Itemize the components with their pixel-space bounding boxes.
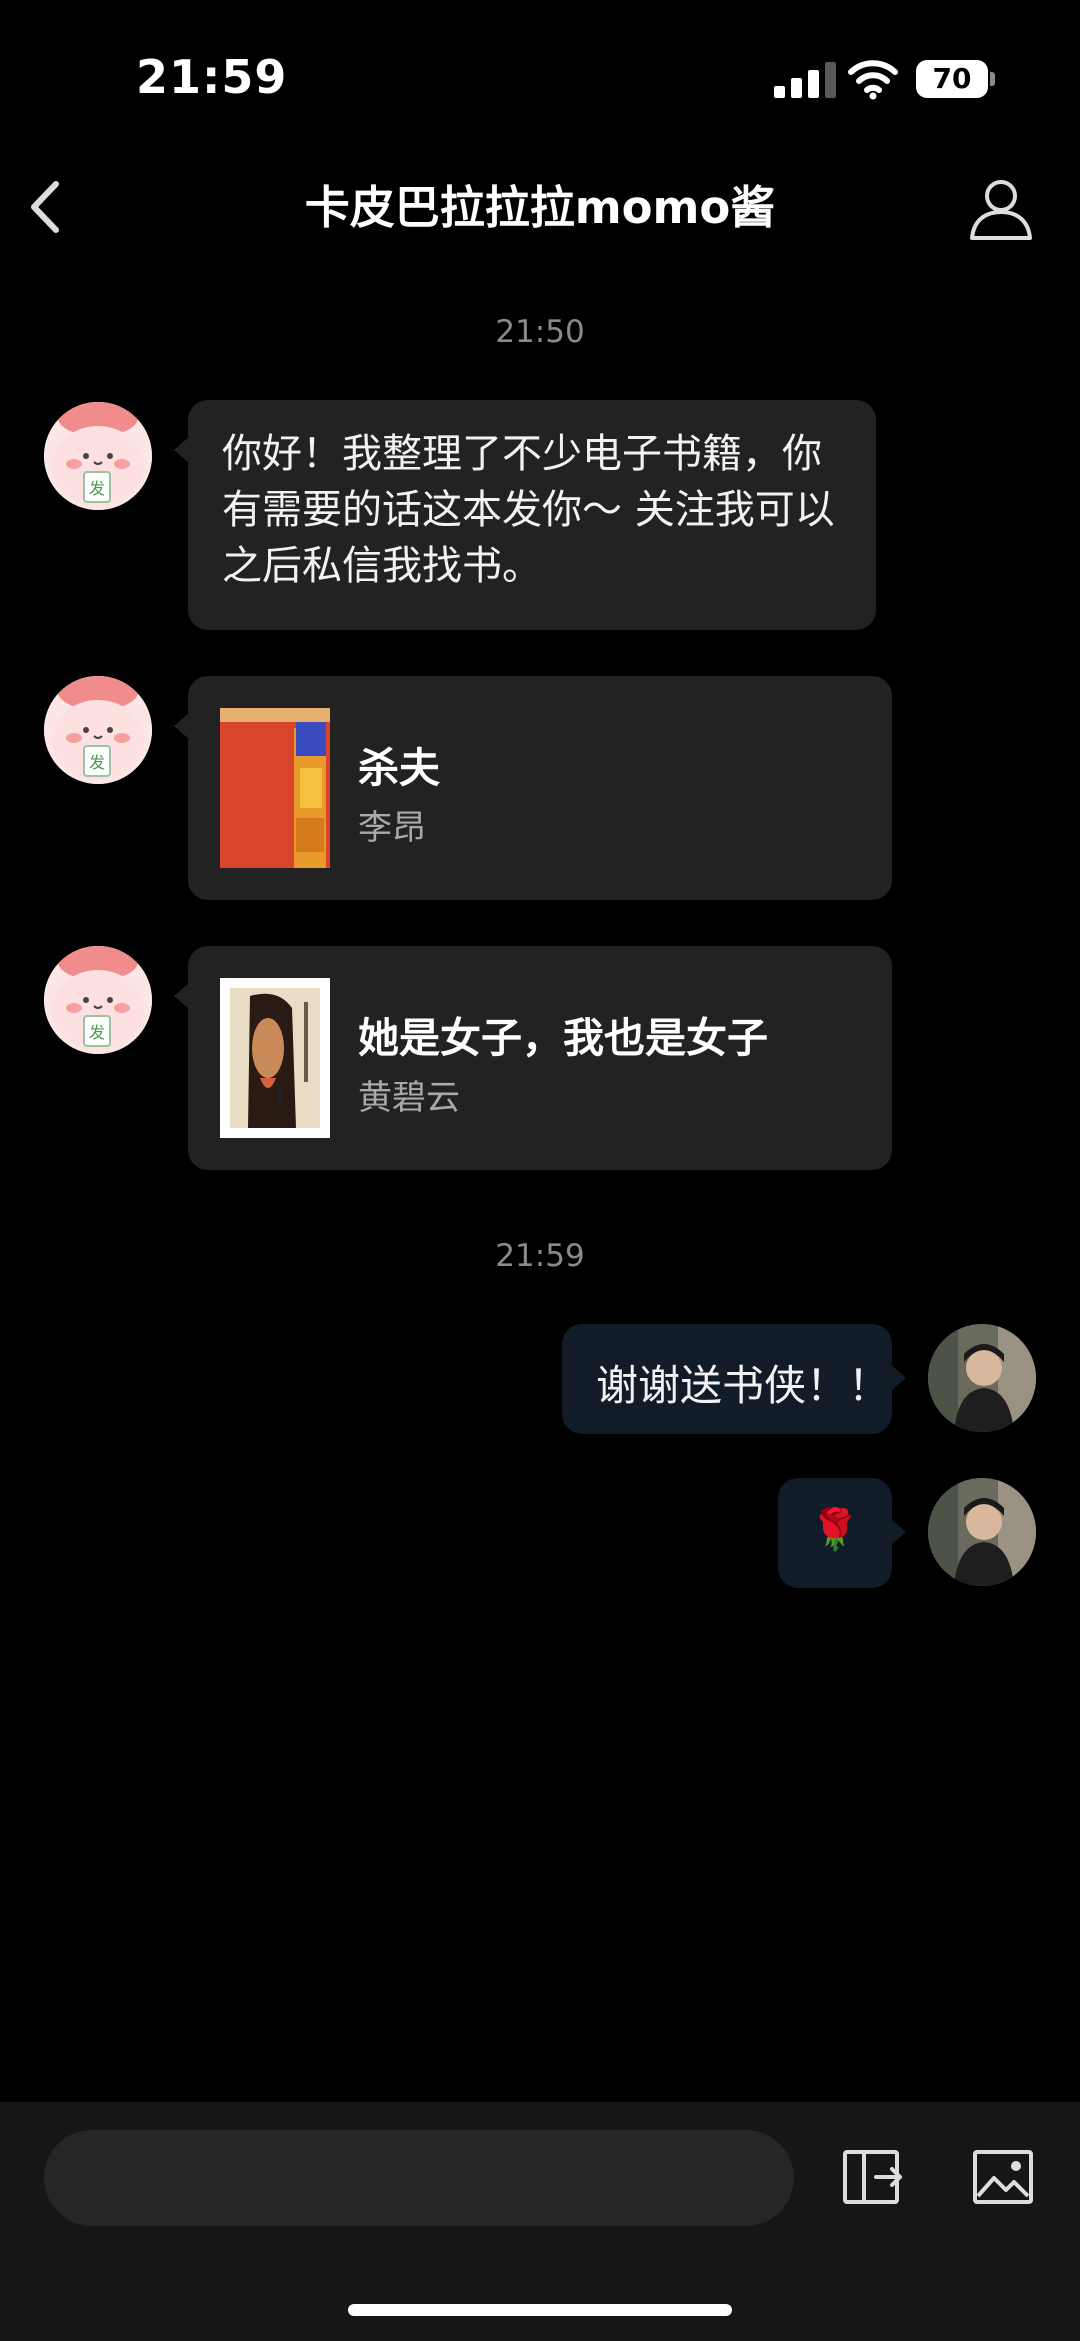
sender-avatar[interactable]: 发: [44, 676, 152, 784]
image-icon[interactable]: [972, 2148, 1034, 2206]
book-cover-image: [220, 978, 330, 1138]
my-avatar[interactable]: [928, 1324, 1036, 1432]
book-title: 杀夫: [358, 744, 440, 792]
book-title: 她是女子，我也是女子: [358, 1014, 768, 1062]
wifi-icon: [848, 60, 898, 100]
share-book-icon[interactable]: [842, 2148, 904, 2206]
status-time: 21:59: [136, 50, 288, 104]
battery-tip: [990, 72, 995, 86]
sender-avatar[interactable]: 发: [44, 402, 152, 510]
home-indicator[interactable]: [348, 2304, 732, 2316]
my-avatar[interactable]: [928, 1478, 1036, 1586]
book-cover-image: [220, 708, 330, 868]
emoji-message: 🌹: [810, 1507, 860, 1553]
book-card[interactable]: 杀夫 李昂: [174, 676, 892, 900]
profile-icon[interactable]: [968, 176, 1034, 242]
message-bubble-outgoing[interactable]: 谢谢送书侠！！: [562, 1324, 906, 1434]
message-bubble-outgoing[interactable]: 🌹: [778, 1478, 906, 1588]
battery-indicator: 70: [916, 60, 988, 98]
book-author: 李昂: [358, 808, 426, 848]
chat-title: 卡皮巴拉拉拉momo酱: [304, 181, 776, 234]
back-icon[interactable]: [18, 172, 78, 242]
message-timestamp: 21:50: [495, 314, 585, 350]
book-card[interactable]: 她是女子，我也是女子 黄碧云: [174, 946, 892, 1170]
message-timestamp: 21:59: [495, 1238, 585, 1274]
message-input[interactable]: [44, 2130, 794, 2226]
status-bar: 21:59 70: [0, 0, 1080, 150]
svg-text:发: 发: [89, 479, 105, 498]
sender-avatar[interactable]: 发: [44, 946, 152, 1054]
message-text: 你好！我整理了不少电子书籍，你有需要的话这本发你～ 关注我可以之后私信我找书。: [222, 431, 835, 589]
message-bubble[interactable]: 你好！我整理了不少电子书籍，你有需要的话这本发你～ 关注我可以之后私信我找书。: [174, 400, 876, 630]
book-author: 黄碧云: [358, 1078, 460, 1118]
svg-text:发: 发: [89, 753, 105, 772]
message-text: 谢谢送书侠！！: [596, 1361, 891, 1410]
svg-text:发: 发: [89, 1023, 105, 1042]
cellular-signal-icon: [774, 62, 838, 98]
